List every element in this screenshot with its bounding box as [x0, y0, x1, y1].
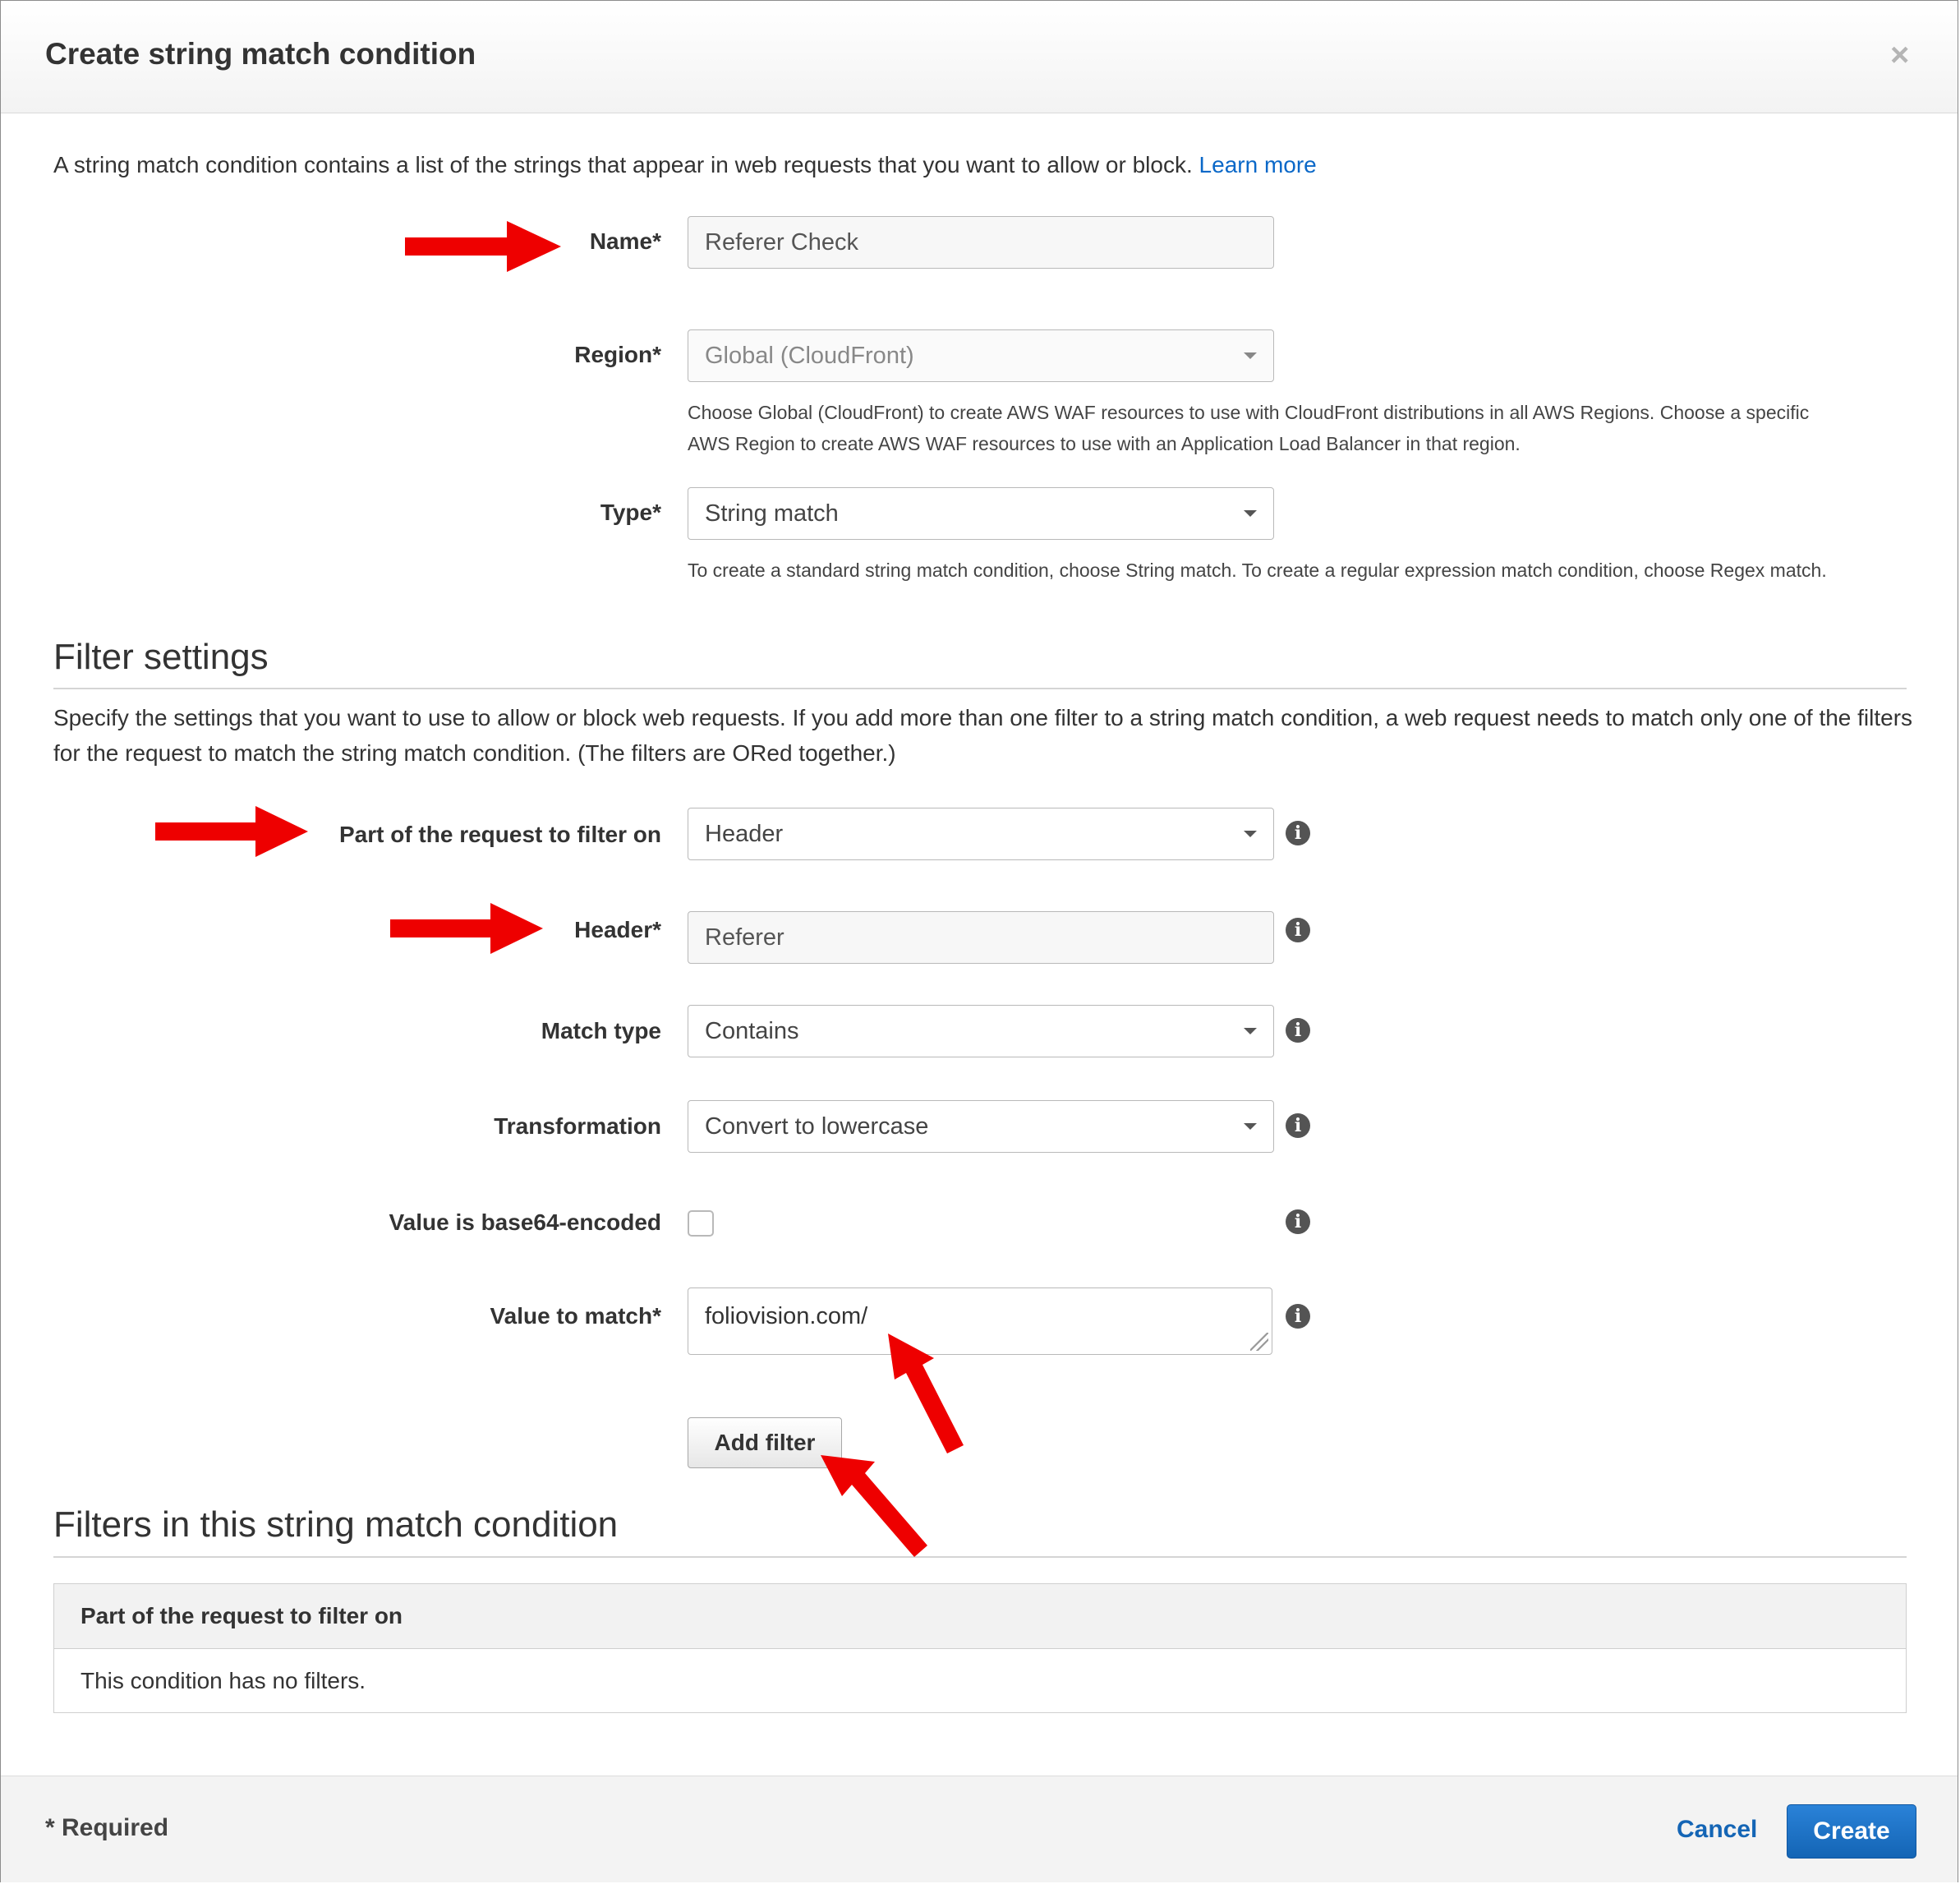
- section-divider: [53, 1556, 1907, 1558]
- match-type-label: Match type: [541, 1018, 661, 1043]
- dialog-header: Create string match condition ×: [1, 1, 1958, 113]
- section-divider: [53, 688, 1907, 689]
- region-select[interactable]: Global (CloudFront): [688, 329, 1274, 382]
- intro-description: A string match condition contains a list…: [53, 152, 1193, 177]
- info-icon[interactable]: i: [1286, 918, 1310, 942]
- header-input[interactable]: Referer: [688, 911, 1274, 964]
- value-to-match-label: Value to match*: [490, 1303, 661, 1329]
- red-arrow-icon: [390, 903, 543, 954]
- match-type-select[interactable]: Contains: [688, 1005, 1274, 1057]
- chevron-down-icon: [1244, 831, 1257, 837]
- required-note: * Required: [45, 1814, 169, 1841]
- type-help-text: To create a standard string match condit…: [688, 560, 1827, 581]
- add-filter-button[interactable]: Add filter: [688, 1417, 842, 1468]
- create-string-match-dialog: Create string match condition × A string…: [0, 0, 1958, 1882]
- chevron-down-icon: [1244, 1028, 1257, 1034]
- filter-settings-description: Specify the settings that you want to us…: [53, 705, 1913, 766]
- region-select-value: Global (CloudFront): [705, 343, 914, 369]
- close-icon[interactable]: ×: [1890, 39, 1909, 71]
- transformation-label: Transformation: [494, 1113, 661, 1139]
- table-empty-message: This condition has no filters.: [81, 1668, 366, 1693]
- part-select[interactable]: Header: [688, 808, 1274, 860]
- cancel-button[interactable]: Cancel: [1677, 1816, 1757, 1844]
- create-button[interactable]: Create: [1787, 1804, 1916, 1859]
- transformation-select[interactable]: Convert to lowercase: [688, 1100, 1274, 1153]
- info-icon[interactable]: i: [1286, 1209, 1310, 1234]
- value-to-match-textarea[interactable]: foliovision.com/: [688, 1287, 1272, 1355]
- intro-text: A string match condition contains a list…: [53, 152, 1317, 178]
- table-column-header: Part of the request to filter on: [54, 1584, 1906, 1649]
- base64-checkbox[interactable]: [688, 1210, 714, 1237]
- info-icon[interactable]: i: [1286, 1304, 1310, 1329]
- info-icon[interactable]: i: [1286, 1113, 1310, 1138]
- filters-table: Part of the request to filter on This co…: [53, 1583, 1907, 1713]
- match-type-select-value: Contains: [705, 1018, 799, 1044]
- red-arrow-icon: [155, 806, 308, 857]
- red-arrow-icon: [405, 221, 561, 272]
- region-help-text: Choose Global (CloudFront) to create AWS…: [688, 402, 1810, 454]
- name-input[interactable]: Referer Check: [688, 216, 1274, 269]
- dialog-title: Create string match condition: [45, 37, 476, 71]
- info-icon[interactable]: i: [1286, 821, 1310, 845]
- info-icon[interactable]: i: [1286, 1018, 1310, 1043]
- region-label: Region*: [574, 342, 661, 367]
- filter-settings-title: Filter settings: [53, 637, 269, 677]
- type-select[interactable]: String match: [688, 487, 1274, 540]
- chevron-down-icon: [1244, 510, 1257, 517]
- red-arrow-icon: [821, 1455, 927, 1557]
- type-label: Type*: [600, 500, 661, 525]
- learn-more-link[interactable]: Learn more: [1199, 152, 1317, 177]
- transformation-select-value: Convert to lowercase: [705, 1113, 929, 1140]
- chevron-down-icon: [1244, 1123, 1257, 1130]
- chevron-down-icon: [1244, 352, 1257, 359]
- part-select-value: Header: [705, 821, 784, 847]
- resize-handle-icon[interactable]: [1250, 1333, 1268, 1351]
- red-arrow-icon: [888, 1334, 964, 1453]
- type-select-value: String match: [705, 500, 839, 527]
- value-to-match-value: foliovision.com/: [705, 1303, 868, 1329]
- filters-table-title: Filters in this string match condition: [53, 1504, 619, 1545]
- dialog-footer: * Required Cancel Create: [1, 1776, 1958, 1882]
- base64-label: Value is base64-encoded: [389, 1209, 662, 1235]
